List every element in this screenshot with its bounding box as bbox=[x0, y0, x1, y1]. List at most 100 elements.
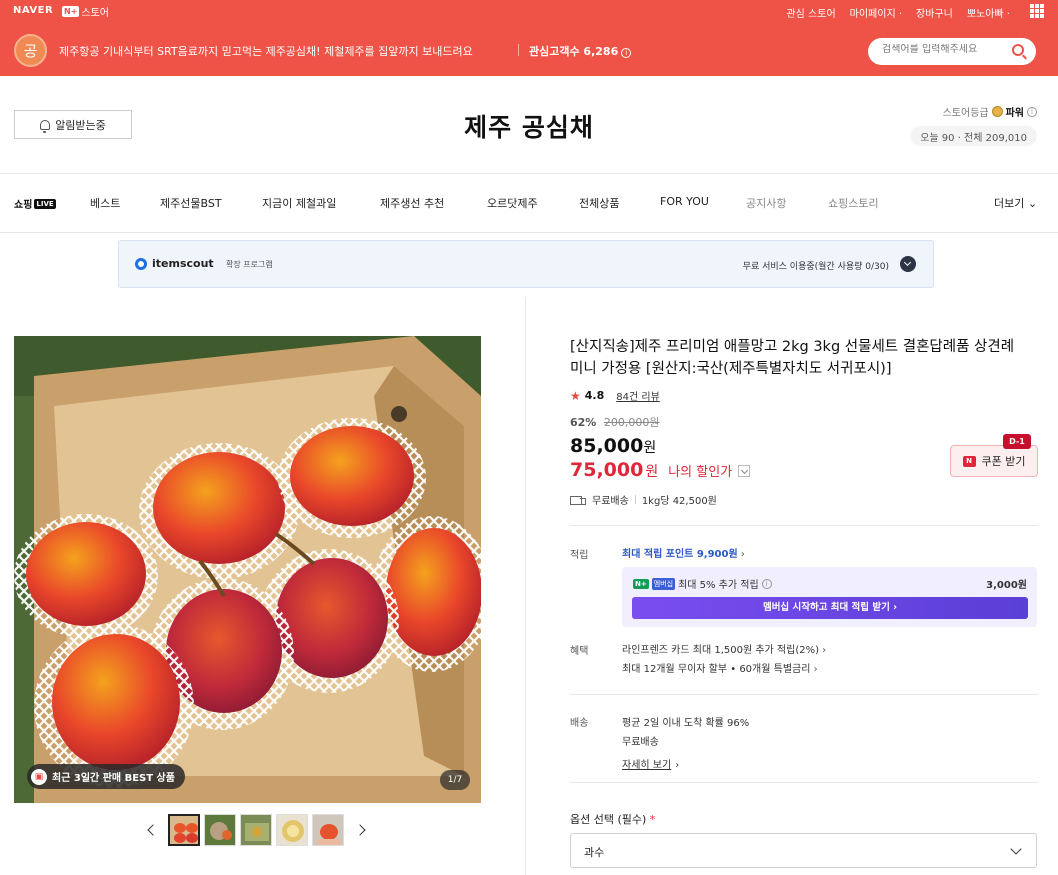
nstore-label: 스토어 bbox=[81, 8, 110, 19]
link-mypage[interactable]: 마이페이지 · bbox=[850, 5, 902, 20]
store-description: 제주항공 기내식부터 SRT음료까지 믿고먹는 제주공심채! 제철제주를 집앞까… bbox=[59, 45, 473, 58]
membership-text: 최대 5% 추가 적립 bbox=[678, 580, 759, 591]
search-input[interactable] bbox=[882, 44, 1012, 55]
sale-price-value: 85,000 bbox=[570, 435, 644, 457]
divider bbox=[634, 495, 636, 504]
my-price-unit: 원 bbox=[645, 464, 659, 480]
store-name[interactable]: 제주 공심채 bbox=[0, 108, 1058, 144]
search-icon[interactable] bbox=[1012, 44, 1024, 56]
points-label: 적립 bbox=[570, 550, 589, 561]
best-seller-badge: ▣ 최근 3일간 판매 BEST 상품 bbox=[27, 764, 185, 789]
link-user[interactable]: 뽀노아빠 · bbox=[967, 5, 1010, 20]
coupon-dday-badge: D-1 bbox=[1003, 434, 1031, 449]
shopping-live-link[interactable]: 쇼핑 LIVE bbox=[14, 196, 56, 211]
nav-item-fish[interactable]: 제주생선 추천 bbox=[380, 195, 444, 211]
divider bbox=[570, 782, 1038, 783]
nplus-badge: N+ bbox=[633, 578, 649, 589]
thumbnail[interactable] bbox=[204, 814, 236, 846]
naver-n-icon: N bbox=[962, 455, 976, 467]
medal-icon bbox=[991, 106, 1003, 117]
delivery-fee: 무료배송 bbox=[622, 737, 659, 748]
option-selected-value: 과수 bbox=[584, 846, 605, 859]
star-icon: ★ bbox=[570, 388, 581, 403]
thumbnail[interactable] bbox=[276, 814, 308, 846]
nav-item-ordot[interactable]: 오르닷제주 bbox=[487, 195, 538, 211]
my-discount-label: 나의 할인가 bbox=[668, 465, 733, 480]
grade-label: 스토어등급 bbox=[942, 108, 989, 119]
apps-grid-icon[interactable] bbox=[1030, 4, 1044, 18]
membership-box: N+ 멤버십 최대 5% 추가 적립 i 3,000원 멤버십 시작하고 최대 … bbox=[622, 567, 1037, 627]
discount-percent: 62% bbox=[570, 416, 597, 429]
delivery-details-link[interactable]: 자세히 보기 bbox=[622, 756, 679, 771]
option-label: 옵션 선택 (필수) * bbox=[570, 811, 655, 827]
nplus-badge: N+ bbox=[62, 6, 80, 17]
naver-logo[interactable]: NAVER bbox=[13, 5, 53, 16]
nav-item-for-you[interactable]: FOR YOU bbox=[660, 195, 709, 208]
store-nav: 쇼핑 LIVE 베스트 제주선물BST 지금이 제철과일 제주생선 추천 오르닷… bbox=[0, 174, 1058, 232]
nav-item-gift-best[interactable]: 제주선물BST bbox=[160, 195, 222, 211]
live-badge: LIVE bbox=[34, 198, 56, 209]
divider bbox=[0, 232, 1058, 233]
chevron-down-icon[interactable] bbox=[738, 465, 751, 477]
nav-item-story[interactable]: 쇼핑스토리 bbox=[828, 195, 879, 211]
store-avatar[interactable]: 공 bbox=[14, 34, 47, 67]
option-select[interactable]: 과수 bbox=[570, 833, 1037, 868]
card-benefit-link[interactable]: 라인프렌즈 카드 최대 1,500원 추가 적립(2%) bbox=[622, 641, 826, 656]
product-title: [산지직송]제주 프리미엄 애플망고 2kg 3kg 선물세트 결혼답례품 상견… bbox=[570, 339, 1015, 377]
nav-item-seasonal-fruit[interactable]: 지금이 제철과일 bbox=[262, 195, 336, 211]
sale-price-unit: 원 bbox=[643, 440, 657, 456]
nav-more[interactable]: 더보기 ⌄ bbox=[994, 195, 1037, 211]
divider bbox=[570, 694, 1038, 695]
truck-icon bbox=[570, 495, 586, 505]
shipping-fee: 무료배송 bbox=[592, 496, 629, 507]
coupon-button[interactable]: N 쿠폰 받기 bbox=[950, 445, 1038, 477]
installment-benefit-link[interactable]: 최대 12개월 무이자 할부 • 60개월 특별금리 bbox=[622, 660, 818, 675]
membership-row: N+ 멤버십 최대 5% 추가 적립 i bbox=[633, 576, 772, 591]
thumbnail[interactable] bbox=[168, 814, 200, 846]
sale-price: 85,000원 bbox=[570, 435, 656, 457]
itemscout-tag: 확장 프로그램 bbox=[226, 260, 273, 269]
itemscout-bar: itemscout 확장 프로그램 무료 서비스 이용중(월간 사용량 0/30… bbox=[118, 240, 934, 288]
original-price: 200,000원 bbox=[603, 416, 660, 429]
top-links: 관심 스토어 마이페이지 · 장바구니 뽀노아빠 · bbox=[786, 5, 1010, 20]
chevron-left-icon[interactable] bbox=[145, 824, 157, 836]
grade-value: 파워 bbox=[1005, 108, 1024, 119]
nav-item-notice[interactable]: 공지사항 bbox=[746, 195, 786, 211]
itemscout-logo-icon bbox=[135, 258, 147, 270]
nstore-logo[interactable]: N+ 스토어 bbox=[62, 4, 109, 19]
store-grade: 스토어등급 파워 i bbox=[943, 104, 1037, 119]
rating-score: 4.8 bbox=[584, 389, 605, 402]
best-seller-label: 최근 3일간 판매 BEST 상품 bbox=[52, 773, 175, 784]
delivery-label: 배송 bbox=[570, 718, 589, 729]
divider bbox=[518, 44, 519, 56]
thumbnail[interactable] bbox=[240, 814, 272, 846]
coupon-button-label: 쿠폰 받기 bbox=[981, 455, 1026, 468]
store-search bbox=[868, 38, 1036, 65]
chevron-right-icon[interactable] bbox=[355, 824, 367, 836]
info-icon[interactable]: i bbox=[761, 578, 772, 589]
nav-item-best[interactable]: 베스트 bbox=[90, 195, 120, 211]
option-label-text: 옵션 선택 (필수) bbox=[570, 813, 647, 826]
chevron-down-icon[interactable] bbox=[900, 256, 916, 272]
nav-item-all-products[interactable]: 전체상품 bbox=[579, 195, 619, 211]
discount-row: 62% 200,000원 bbox=[570, 414, 659, 430]
divider bbox=[525, 297, 526, 875]
gift-icon: ▣ bbox=[31, 768, 47, 785]
thumbnail[interactable] bbox=[312, 814, 344, 846]
required-mark: * bbox=[649, 813, 656, 826]
interest-count-label: 관심고객수 6,286 bbox=[529, 45, 619, 58]
membership-start-button[interactable]: 멤버십 시작하고 최대 적립 받기 › bbox=[632, 597, 1028, 619]
divider bbox=[570, 525, 1038, 526]
mango-box-image bbox=[14, 336, 481, 803]
product-main-image[interactable]: ▣ 최근 3일간 판매 BEST 상품 1/7 bbox=[14, 336, 481, 803]
shipping-info: 무료배송 1kg당 42,500원 bbox=[570, 492, 717, 507]
membership-badge: 멤버십 bbox=[651, 577, 676, 590]
chevron-down-icon bbox=[1010, 843, 1022, 855]
visit-counter: 오늘 90 · 전체 209,010 bbox=[910, 126, 1037, 146]
review-count-link[interactable]: 84건 리뷰 bbox=[616, 388, 660, 403]
link-interest-stores[interactable]: 관심 스토어 bbox=[786, 5, 835, 20]
info-icon[interactable]: i bbox=[1027, 106, 1037, 117]
max-points-link[interactable]: 최대 적립 포인트 9,900원 bbox=[622, 545, 745, 560]
info-icon[interactable]: i bbox=[621, 48, 632, 58]
link-cart[interactable]: 장바구니 bbox=[916, 5, 953, 20]
